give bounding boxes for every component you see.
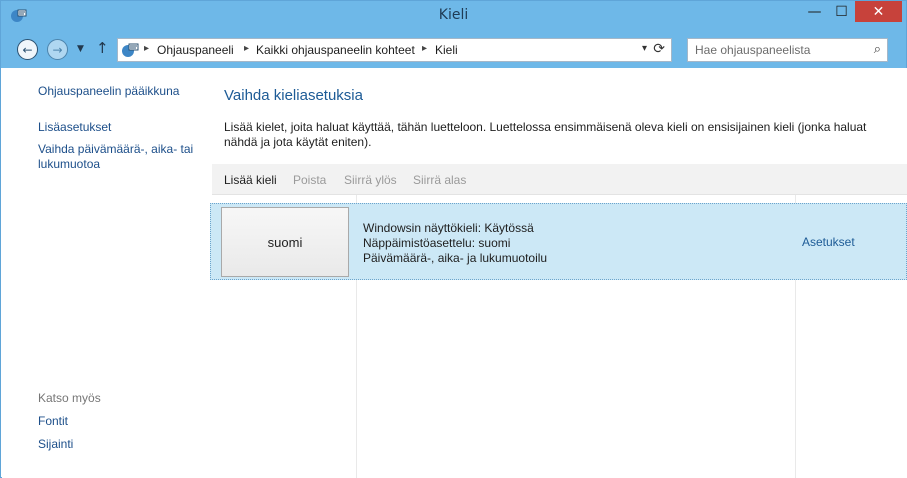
language-settings-link[interactable]: Asetukset: [802, 235, 855, 249]
breadcrumb-separator-icon[interactable]: ▸: [422, 43, 427, 54]
date-time-format: Päivämäärä-, aika- ja lukumuotoilu: [363, 251, 548, 265]
sidebar-link-home[interactable]: Ohjauspaneelin pääikkuna: [38, 84, 208, 99]
sidebar-link-date-formats[interactable]: Vaihda päivämäärä-, aika- tai lukumuotoa: [38, 142, 203, 172]
language-details: Windowsin näyttökieli: Käytössä Näppäimi…: [363, 221, 547, 266]
minimize-button[interactable]: —: [801, 1, 828, 22]
search-icon[interactable]: ⌕: [874, 42, 881, 57]
title-bar[interactable]: Kieli — ☐ ✕: [1, 1, 906, 31]
forward-button[interactable]: →: [47, 39, 68, 60]
address-bar[interactable]: ▸ Ohjauspaneeli ▸ Kaikki ohjauspaneelin …: [117, 38, 672, 62]
breadcrumb-separator-icon[interactable]: ▸: [244, 43, 249, 54]
sidebar-link-fonts[interactable]: Fontit: [38, 414, 68, 429]
navigation-bar: ← → ▼ ↑ ▸ Ohjauspaneeli ▸ Kaikki ohjausp…: [1, 31, 906, 68]
move-up-button[interactable]: Siirrä ylös: [344, 173, 397, 187]
search-input[interactable]: [688, 39, 863, 61]
refresh-icon[interactable]: ⟳: [653, 41, 665, 57]
breadcrumb-separator-icon[interactable]: ▸: [144, 43, 149, 54]
page-description: Lisää kielet, joita haluat käyttää, tähä…: [224, 120, 867, 149]
language-tile[interactable]: suomi: [221, 207, 349, 277]
search-box[interactable]: ⌕: [687, 38, 888, 62]
display-language-status: Windowsin näyttökieli: Käytössä: [363, 221, 534, 235]
window: Kieli — ☐ ✕ ← → ▼ ↑ ▸ Ohjauspaneeli ▸ Ka…: [0, 0, 907, 478]
language-toolbar: Lisää kieli Poista Siirrä ylös Siirrä al…: [212, 164, 907, 195]
language-list: suomi Windowsin näyttökieli: Käytössä Nä…: [210, 195, 907, 478]
page-title: Vaihda kieliasetuksia: [224, 87, 363, 104]
recent-locations-button[interactable]: ▼: [77, 44, 84, 54]
move-down-button[interactable]: Siirrä alas: [413, 173, 466, 187]
breadcrumb-control-panel[interactable]: Ohjauspaneeli: [157, 43, 234, 57]
keyboard-layout: Näppäimistöasettelu: suomi: [363, 236, 511, 250]
maximize-button[interactable]: ☐: [828, 1, 855, 22]
window-title: Kieli: [438, 7, 469, 23]
close-button[interactable]: ✕: [855, 1, 902, 22]
remove-button[interactable]: Poista: [293, 173, 326, 187]
up-button[interactable]: ↑: [96, 39, 109, 57]
list-item[interactable]: suomi Windowsin näyttökieli: Käytössä Nä…: [210, 203, 907, 280]
breadcrumb-all-items[interactable]: Kaikki ohjauspaneelin kohteet: [256, 43, 415, 57]
content-area: Ohjauspaneelin pääikkuna Lisäasetukset V…: [2, 68, 907, 478]
see-also-label: Katso myös: [38, 391, 101, 405]
chevron-down-icon[interactable]: ▾: [642, 43, 647, 54]
sidebar-link-advanced[interactable]: Lisäasetukset: [38, 120, 208, 135]
control-panel-icon: [122, 43, 139, 57]
breadcrumb-language[interactable]: Kieli: [435, 43, 458, 57]
back-button[interactable]: ←: [17, 39, 38, 60]
sidebar-link-location[interactable]: Sijainti: [38, 437, 73, 452]
add-language-button[interactable]: Lisää kieli: [224, 173, 277, 187]
